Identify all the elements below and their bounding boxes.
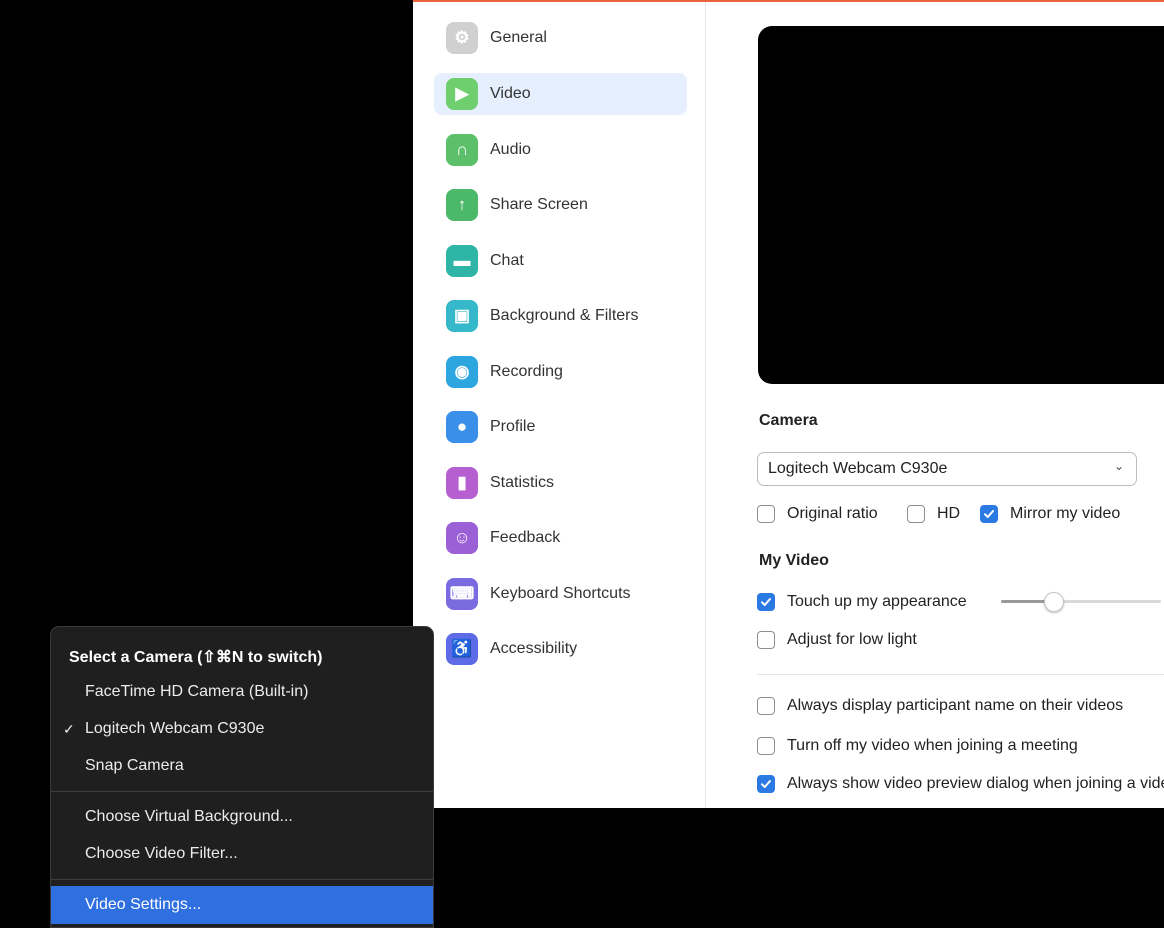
sidebar-item-label: Video: [490, 85, 531, 102]
sidebar-item-feedback[interactable]: ☺ Feedback: [434, 517, 687, 559]
touch-up-slider[interactable]: [1001, 592, 1161, 612]
sidebar-item-label: Audio: [490, 141, 531, 158]
chat-bubble-icon: ▬: [446, 245, 478, 277]
settings-sidebar: ⚙ General ▶ Video ∩ Audio ↑ Share Screen ▬ Chat ▣ B…: [413, 2, 706, 808]
camera-option-label: Snap Camera: [85, 757, 184, 774]
sidebar-item-share-screen[interactable]: ↑ Share Screen: [434, 184, 687, 226]
mirror-video-label: Mirror my video: [1010, 505, 1121, 522]
mirror-video-checkbox[interactable]: [980, 505, 998, 523]
menu-item-label: Choose Virtual Background...: [85, 808, 293, 825]
camera-option-label: Logitech Webcam C930e: [85, 720, 265, 737]
accessibility-icon: ♿: [446, 633, 478, 665]
original-ratio-option[interactable]: Original ratio: [757, 505, 878, 523]
sidebar-item-recording[interactable]: ◉ Recording: [434, 351, 687, 393]
sidebar-item-label: Share Screen: [490, 196, 588, 213]
display-names-label: Always display participant name on their…: [787, 697, 1124, 714]
menu-separator: [51, 791, 433, 792]
sidebar-item-label: Background & Filters: [490, 307, 639, 324]
hd-label: HD: [937, 505, 961, 522]
display-names-checkbox[interactable]: [757, 697, 775, 715]
sidebar-item-video[interactable]: ▶ Video: [434, 73, 687, 115]
hd-checkbox[interactable]: [907, 505, 925, 523]
sidebar-item-label: Recording: [490, 363, 563, 380]
checkmark-icon: ✓: [63, 720, 75, 737]
camera-select-value: Logitech Webcam C930e: [768, 460, 948, 477]
sidebar-item-label: General: [490, 29, 547, 46]
sidebar-item-label: Keyboard Shortcuts: [490, 585, 631, 602]
sidebar-item-background-filters[interactable]: ▣ Background & Filters: [434, 295, 687, 337]
video-settings-panel: Camera Logitech Webcam C930e ⌄ Original …: [705, 2, 1164, 808]
original-ratio-checkbox[interactable]: [757, 505, 775, 523]
slider-thumb[interactable]: [1043, 592, 1064, 612]
menu-item-label: Video Settings...: [85, 896, 202, 913]
share-screen-icon: ↑: [446, 189, 478, 221]
video-settings-item[interactable]: Video Settings...: [51, 886, 433, 924]
gear-icon: ⚙: [446, 22, 478, 54]
camera-option[interactable]: Snap Camera: [51, 749, 433, 783]
profile-icon: ●: [446, 411, 478, 443]
turn-off-video-checkbox[interactable]: [757, 737, 775, 755]
touch-up-label: Touch up my appearance: [787, 593, 967, 610]
sidebar-item-label: Profile: [490, 418, 536, 435]
sidebar-item-label: Statistics: [490, 474, 555, 491]
chevron-down-icon: ⌄: [1113, 459, 1124, 473]
choose-video-filter-item[interactable]: Choose Video Filter...: [51, 837, 433, 871]
mirror-video-option[interactable]: Mirror my video: [980, 505, 1120, 523]
camera-option-label: FaceTime HD Camera (Built-in): [85, 683, 309, 700]
sidebar-item-keyboard-shortcuts[interactable]: ⌨ Keyboard Shortcuts: [434, 573, 687, 615]
display-names-option[interactable]: Always display participant name on their…: [757, 697, 1123, 715]
background-icon: ▣: [446, 300, 478, 332]
my-video-section-title: My Video: [759, 552, 829, 569]
menu-separator: [51, 879, 433, 880]
camera-section-title: Camera: [759, 412, 818, 429]
low-light-label: Adjust for low light: [787, 631, 917, 648]
keyboard-icon: ⌨: [446, 578, 478, 610]
sidebar-item-profile[interactable]: ● Profile: [434, 406, 687, 448]
feedback-smile-icon: ☺: [446, 522, 478, 554]
headphones-icon: ∩: [446, 134, 478, 166]
sidebar-item-label: Accessibility: [490, 640, 578, 657]
touch-up-checkbox[interactable]: [757, 593, 775, 611]
sidebar-item-general[interactable]: ⚙ General: [434, 17, 687, 59]
hd-option[interactable]: HD: [907, 505, 960, 523]
record-icon: ◉: [446, 356, 478, 388]
preview-dialog-label: Always show video preview dialog when jo…: [787, 775, 1164, 792]
choose-virtual-background-item[interactable]: Choose Virtual Background...: [51, 800, 433, 834]
camera-option[interactable]: ✓ Logitech Webcam C930e: [51, 712, 433, 746]
sidebar-item-accessibility[interactable]: ♿ Accessibility: [434, 628, 687, 670]
camera-option[interactable]: FaceTime HD Camera (Built-in): [51, 675, 433, 709]
video-preview: [758, 26, 1164, 384]
section-divider: [757, 674, 1164, 675]
sidebar-item-label: Chat: [490, 252, 524, 269]
menu-item-label: Choose Video Filter...: [85, 845, 238, 862]
settings-window: ⚙ General ▶ Video ∩ Audio ↑ Share Screen ▬ Chat ▣ B…: [413, 0, 1164, 808]
preview-dialog-checkbox[interactable]: [757, 775, 775, 793]
low-light-option[interactable]: Adjust for low light: [757, 631, 917, 649]
sidebar-item-label: Feedback: [490, 529, 561, 546]
preview-dialog-option[interactable]: Always show video preview dialog when jo…: [757, 775, 1164, 793]
touch-up-option[interactable]: Touch up my appearance: [757, 593, 967, 611]
turn-off-video-label: Turn off my video when joining a meeting: [787, 737, 1078, 754]
menu-header: Select a Camera (⇧⌘N to switch): [69, 649, 323, 666]
camera-select[interactable]: Logitech Webcam C930e ⌄: [757, 452, 1137, 486]
camera-select-menu: Select a Camera (⇧⌘N to switch) FaceTime…: [50, 626, 434, 928]
sidebar-item-chat[interactable]: ▬ Chat: [434, 240, 687, 282]
low-light-checkbox[interactable]: [757, 631, 775, 649]
original-ratio-label: Original ratio: [787, 505, 878, 522]
sidebar-item-statistics[interactable]: ▮ Statistics: [434, 462, 687, 504]
turn-off-video-option[interactable]: Turn off my video when joining a meeting: [757, 737, 1078, 755]
sidebar-item-audio[interactable]: ∩ Audio: [434, 129, 687, 171]
statistics-icon: ▮: [446, 467, 478, 499]
video-camera-icon: ▶: [446, 78, 478, 110]
